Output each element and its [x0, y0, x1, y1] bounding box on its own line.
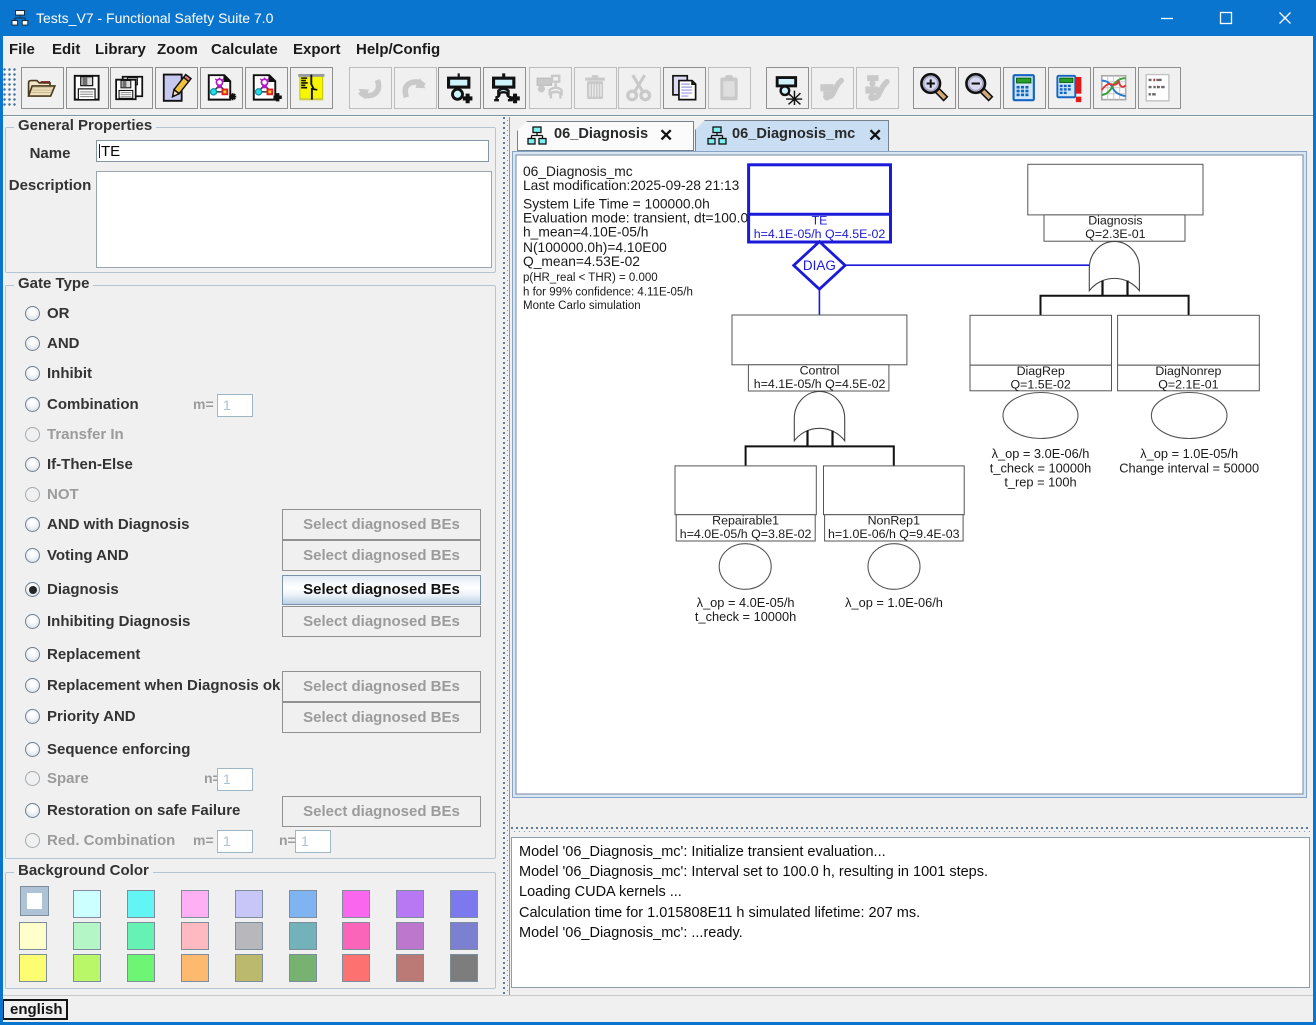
svg-text:NonRep1: NonRep1	[868, 513, 920, 527]
svg-text:h=1.0E-06/h Q=9.4E-03: h=1.0E-06/h Q=9.4E-03	[828, 527, 960, 541]
svg-text:t_check = 10000h: t_check = 10000h	[990, 460, 1091, 475]
svg-text:Monte Carlo simulation: Monte Carlo simulation	[523, 300, 641, 312]
svg-text:λ_op = 3.0E-06/h: λ_op = 3.0E-06/h	[992, 446, 1090, 461]
svg-text:λ_op = 4.0E-05/h: λ_op = 4.0E-05/h	[697, 595, 795, 610]
svg-text:TE: TE	[812, 213, 828, 227]
svg-text:p(HR_real < THR) = 0.000: p(HR_real < THR) = 0.000	[523, 272, 658, 284]
svg-text:h=4.1E-05/h Q=4.5E-02: h=4.1E-05/h Q=4.5E-02	[754, 377, 886, 391]
svg-text:06_Diagnosis_mc: 06_Diagnosis_mc	[523, 164, 633, 179]
svg-text:Q=2.3E-01: Q=2.3E-01	[1085, 227, 1145, 241]
svg-text:λ_op = 1.0E-06/h: λ_op = 1.0E-06/h	[845, 595, 943, 610]
svg-text:λ_op = 1.0E-05/h: λ_op = 1.0E-05/h	[1140, 446, 1238, 461]
svg-text:t_rep = 100h: t_rep = 100h	[1004, 474, 1076, 489]
svg-text:DiagRep: DiagRep	[1017, 364, 1065, 378]
svg-text:Diagnosis: Diagnosis	[1088, 213, 1142, 227]
svg-text:Change interval = 50000: Change interval = 50000	[1119, 460, 1259, 475]
svg-text:Control: Control	[800, 363, 840, 377]
svg-text:Q=1.5E-02: Q=1.5E-02	[1011, 377, 1071, 391]
svg-text:h=4.0E-05/h Q=3.8E-02: h=4.0E-05/h Q=3.8E-02	[680, 527, 812, 541]
svg-text:DiagNonrep: DiagNonrep	[1155, 364, 1221, 378]
svg-text:N(100000.0h)=4.10E00: N(100000.0h)=4.10E00	[523, 240, 667, 255]
svg-text:Evaluation mode: transient, dt: Evaluation mode: transient, dt=100.0h	[523, 210, 756, 225]
svg-text:Repairable1: Repairable1	[712, 513, 779, 527]
svg-text:Q=2.1E-01: Q=2.1E-01	[1158, 377, 1218, 391]
svg-text:h for 99% confidence: 4.11E-05: h for 99% confidence: 4.11E-05/h	[523, 286, 693, 298]
svg-text:Last modification:2025-09-28 2: Last modification:2025-09-28 21:13	[523, 178, 740, 193]
svg-text:Q_mean=4.53E-02: Q_mean=4.53E-02	[523, 254, 640, 269]
svg-text:h=4.1E-05/h Q=4.5E-02: h=4.1E-05/h Q=4.5E-02	[754, 227, 886, 241]
svg-text:h_mean=4.10E-05/h: h_mean=4.10E-05/h	[523, 225, 648, 240]
svg-text:DIAG: DIAG	[803, 258, 836, 273]
svg-text:t_check = 10000h: t_check = 10000h	[695, 609, 796, 624]
svg-text:System Life Time = 100000.0h: System Life Time = 100000.0h	[523, 196, 710, 211]
